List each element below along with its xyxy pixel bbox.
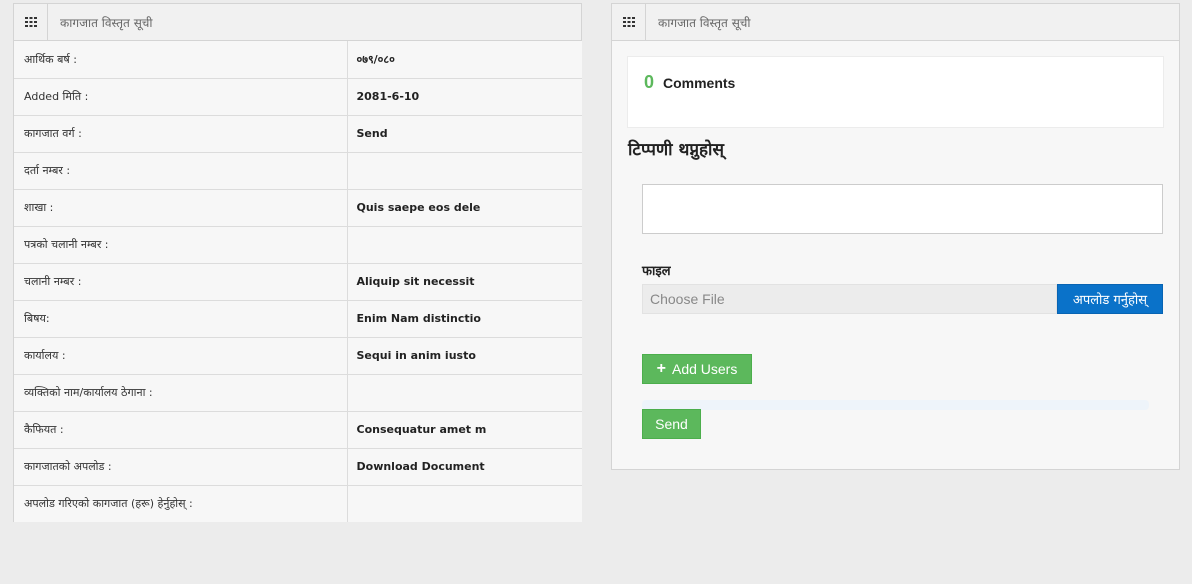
grid-icon (612, 4, 646, 40)
add-users-label: Add Users (671, 361, 738, 377)
plus-icon: + (656, 360, 666, 377)
panel-header: कागजात विस्तृत सूची (14, 4, 581, 41)
add-comment-heading: टिप्पणी थप्नुहोस् (628, 140, 724, 160)
row-label: कैफियत : (14, 411, 348, 449)
add-users-button[interactable]: + Add Users (642, 354, 752, 384)
table-row: शाखा : Quis saepe eos dele (14, 189, 582, 227)
document-details-panel: कागजात विस्तृत सूची आर्थिक बर्ष :०७९/०८०… (13, 3, 582, 522)
document-details-table: आर्थिक बर्ष :०७९/०८० Added मिति :2081-6-1… (14, 41, 582, 522)
row-value (347, 485, 582, 522)
grid-icon (14, 4, 48, 40)
upload-button[interactable]: अपलोड गर्नुहोस् (1057, 284, 1163, 314)
table-row: Added मिति :2081-6-10 (14, 78, 582, 116)
row-label: कागजात वर्ग : (14, 115, 348, 153)
table-row: दर्ता नम्बर : (14, 152, 582, 190)
comment-count: 0 (644, 72, 655, 92)
row-label: चलानी नम्बर : (14, 263, 348, 301)
row-value (347, 374, 582, 412)
table-row: अपलोड गरिएको कागजात (हरू) हेर्नुहोस् : (14, 485, 582, 522)
row-label: बिषय: (14, 300, 348, 338)
row-value: Send (347, 115, 582, 153)
table-row: कागजात वर्ग : Send (14, 115, 582, 153)
row-label: कार्यालय : (14, 337, 348, 375)
table-row: बिषय: Enim Nam distinctio (14, 300, 582, 338)
row-label: व्यक्तिको नाम/कार्यालय ठेगाना : (14, 374, 348, 412)
comment-textarea[interactable] (642, 184, 1163, 234)
file-input[interactable]: Choose File (642, 284, 1057, 314)
file-label: फाइल (642, 264, 671, 279)
row-value (347, 152, 582, 190)
comments-panel: कागजात विस्तृत सूची 0 Comments टिप्पणी थ… (611, 3, 1180, 470)
panel-title: कागजात विस्तृत सूची (60, 15, 153, 30)
row-value (347, 226, 582, 264)
table-row: कागजातको अपलोड : Download Document (14, 448, 582, 486)
send-button[interactable]: Send (642, 409, 701, 439)
row-value: 2081-6-10 (347, 78, 582, 116)
upload-progress-bar (642, 400, 1149, 410)
row-label: दर्ता नम्बर : (14, 152, 348, 190)
row-label: कागजातको अपलोड : (14, 448, 348, 486)
panel-title: कागजात विस्तृत सूची (658, 15, 751, 30)
row-value: Quis saepe eos dele (347, 189, 582, 227)
table-row: कार्यालय : Sequi in anim iusto (14, 337, 582, 375)
row-label: शाखा : (14, 189, 348, 227)
table-row: चलानी नम्बर : Aliquip sit necessit (14, 263, 582, 301)
table-row: आर्थिक बर्ष :०७९/०८० (14, 41, 582, 79)
row-value: Enim Nam distinctio (347, 300, 582, 338)
row-label: Added मिति : (14, 78, 348, 116)
row-label: अपलोड गरिएको कागजात (हरू) हेर्नुहोस् : (14, 485, 348, 522)
row-value: ०७९/०८० (347, 41, 582, 79)
comments-summary: 0 Comments (627, 56, 1164, 128)
row-label: आर्थिक बर्ष : (14, 41, 348, 79)
table-row: व्यक्तिको नाम/कार्यालय ठेगाना : (14, 374, 582, 412)
panel-header: कागजात विस्तृत सूची (612, 4, 1179, 41)
row-value: Consequatur amet m (347, 411, 582, 449)
comment-label: Comments (663, 75, 736, 91)
table-row: पत्रको चलानी नम्बर : (14, 226, 582, 264)
row-value: Download Document (347, 448, 582, 486)
row-value: Aliquip sit necessit (347, 263, 582, 301)
table-row: कैफियत : Consequatur amet m (14, 411, 582, 449)
file-input-text: Choose File (650, 291, 725, 307)
row-value: Sequi in anim iusto (347, 337, 582, 375)
row-label: पत्रको चलानी नम्बर : (14, 226, 348, 264)
